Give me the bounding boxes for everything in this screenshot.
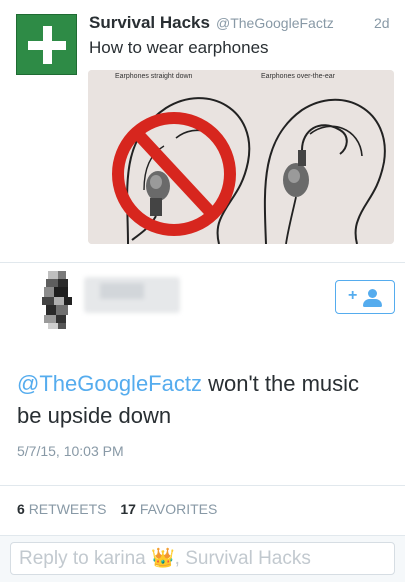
tweet-text: How to wear earphones: [89, 38, 269, 57]
blurred-user-name: [84, 277, 180, 313]
divider: [0, 485, 405, 486]
original-tweet[interactable]: Survival Hacks @TheGoogleFactz 2d How to…: [0, 0, 405, 262]
tweet-media-image[interactable]: Earphones straight down Earphones over-t…: [88, 70, 394, 244]
pixelated-avatar[interactable]: [38, 271, 76, 329]
media-label-left: Earphones straight down: [115, 73, 193, 80]
reply-timestamp: 5/7/15, 10:03 PM: [17, 443, 124, 459]
favorites-count[interactable]: 17: [120, 501, 136, 517]
author-handle[interactable]: @TheGoogleFactz: [216, 15, 334, 31]
tweet-stats: 6 RETWEETS 17 FAVORITES: [17, 501, 217, 517]
earphones-illustration: [88, 70, 394, 244]
reply-text: @TheGoogleFactz won't the music be upsid…: [17, 368, 387, 432]
plus-icon: +: [348, 287, 358, 304]
media-label-right: Earphones over-the-ear: [261, 73, 335, 80]
favorites-label[interactable]: FAVORITES: [140, 501, 218, 517]
plus-icon-horizontal: [28, 41, 66, 50]
reply-tweet: + @TheGoogleFactz won't the music be ups…: [0, 263, 405, 582]
author-name[interactable]: Survival Hacks: [89, 13, 210, 33]
user-icon-head: [368, 289, 377, 298]
reply-bar: [0, 535, 405, 582]
avatar[interactable]: [16, 14, 77, 75]
tweet-time: 2d: [374, 15, 390, 31]
reply-input[interactable]: [10, 542, 395, 575]
retweets-label[interactable]: RETWEETS: [29, 501, 107, 517]
user-icon-body: [363, 299, 382, 307]
retweets-count[interactable]: 6: [17, 501, 25, 517]
follow-button[interactable]: +: [335, 280, 395, 314]
mention-link[interactable]: @TheGoogleFactz: [17, 371, 202, 396]
